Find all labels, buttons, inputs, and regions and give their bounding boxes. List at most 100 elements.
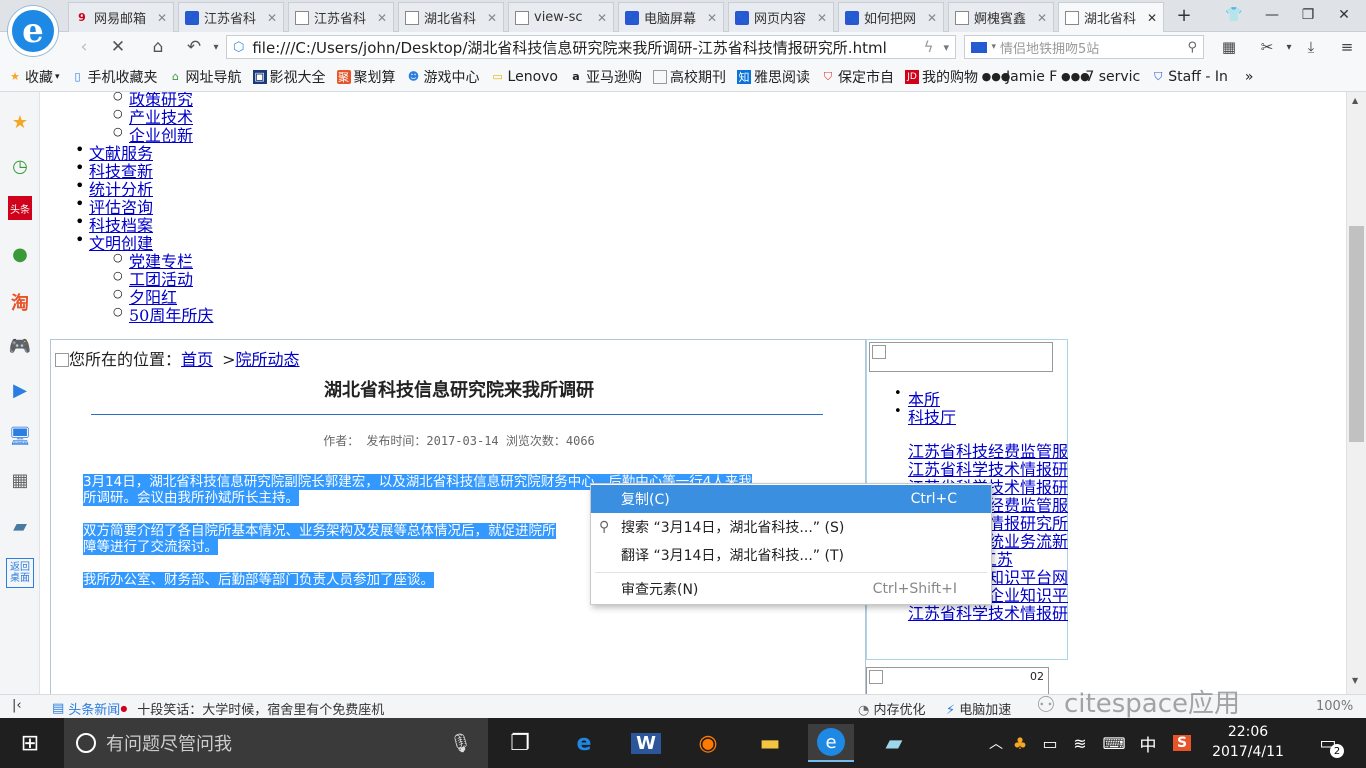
- tab-hubei-1[interactable]: 湖北省科 ✕: [398, 2, 504, 32]
- tab-view-source[interactable]: view-sc ✕: [508, 2, 614, 32]
- bookmark-games[interactable]: ☻ 游戏中心: [407, 67, 480, 87]
- undo-icon[interactable]: ↶: [182, 36, 206, 58]
- bookmarks-overflow-icon[interactable]: »: [1245, 69, 1254, 85]
- lightning-icon[interactable]: ϟ: [924, 38, 934, 56]
- chevron-down-icon[interactable]: ▾: [943, 41, 949, 54]
- browser-taskbar-icon[interactable]: e: [808, 724, 854, 762]
- chevron-down-icon[interactable]: ▾: [204, 36, 228, 58]
- tab-screen[interactable]: 🐾 电脑屏幕 ✕: [618, 2, 724, 32]
- context-copy-item[interactable]: 复制(C) Ctrl+C: [591, 485, 991, 513]
- close-icon[interactable]: ✕: [927, 11, 937, 25]
- gamepad-icon[interactable]: 🎮: [6, 332, 34, 360]
- bookmark-ielts[interactable]: 知雅思阅读: [737, 67, 810, 87]
- tab-bar: 9 网易邮箱 ✕ 🐾 江苏省科 ✕ 江苏省科 ✕ 湖北省科 ✕ view-sc ✕ 🐾 电脑屏幕…: [0, 0, 1366, 32]
- zoom-level[interactable]: 100%: [1316, 699, 1353, 714]
- microphone-icon[interactable]: 🎙: [449, 733, 472, 754]
- bookmark-deal[interactable]: 聚聚划算: [336, 67, 396, 87]
- file-explorer-icon[interactable]: ▬: [750, 724, 790, 762]
- close-icon[interactable]: ✕: [1147, 11, 1157, 25]
- tab-how-to[interactable]: 🐾 如何把网 ✕: [838, 2, 944, 32]
- windows-start-icon[interactable]: ⊞: [10, 724, 50, 762]
- close-icon[interactable]: ✕: [597, 11, 607, 25]
- bookmark-lenovo[interactable]: ▭ Lenovo: [491, 69, 558, 85]
- search-input[interactable]: 🐾 ▾ 情侣地铁拥吻5站 ⚲: [964, 35, 1204, 59]
- calculator-icon[interactable]: ▦: [6, 466, 34, 494]
- word-icon[interactable]: W: [626, 724, 666, 762]
- edge-icon[interactable]: e: [564, 724, 604, 762]
- bookmark-staff[interactable]: ⛉ Staff - In: [1151, 69, 1228, 85]
- history-clock-icon[interactable]: ◷: [6, 152, 34, 180]
- status-bar: |‹ ▤ 头条新闻 ● 十段笑话：大学时候，宿舍里有个免费座机 ◔ 内存优化 ⚡…: [0, 689, 1366, 719]
- close-icon[interactable]: ✕: [267, 11, 277, 25]
- back-to-desktop-icon[interactable]: 返回 桌面: [6, 558, 34, 588]
- search-chevron-icon[interactable]: ▾: [991, 42, 996, 52]
- search-icon[interactable]: ⚲: [1187, 40, 1197, 55]
- bookmark-favorites[interactable]: ★ 收藏 ▾: [8, 67, 59, 87]
- bookmark-jamie[interactable]: ●●● Jamie F: [982, 69, 1058, 85]
- close-icon[interactable]: ✕: [1037, 11, 1047, 25]
- window-close-button[interactable]: ✕: [1330, 4, 1358, 26]
- bookmark-nav[interactable]: ⌂ 网址导航: [169, 67, 242, 87]
- close-icon[interactable]: ✕: [817, 11, 827, 25]
- bookmark-7service[interactable]: ●●● 7 servic: [1061, 69, 1140, 85]
- notification-icon[interactable]: ▭ 2: [1308, 724, 1348, 762]
- vertical-scrollbar[interactable]: ▲ ▼: [1346, 92, 1366, 694]
- task-view-icon[interactable]: ❐: [500, 724, 540, 762]
- firefox-icon[interactable]: ◉: [688, 724, 728, 762]
- context-translate-item[interactable]: 翻译 “3月14日，湖北省科技...” (T): [591, 541, 991, 569]
- context-menu: 复制(C) Ctrl+C ⚲ 搜索 “3月14日，湖北省科技...” (S) 翻译 …: [590, 483, 992, 605]
- tab-netease-mail[interactable]: 9 网易邮箱 ✕: [68, 2, 174, 32]
- close-icon[interactable]: ✕: [707, 11, 717, 25]
- bookmark-journals[interactable]: 高校期刊: [653, 67, 726, 87]
- bookmark-mobile[interactable]: ▯ 手机收藏夹: [71, 67, 158, 87]
- notepad-icon[interactable]: ▰: [874, 724, 914, 762]
- memory-optimize-button[interactable]: ◔ 内存优化: [858, 699, 926, 718]
- wechat-icon[interactable]: ●: [6, 240, 34, 268]
- headlines-icon[interactable]: 头条: [8, 196, 32, 220]
- new-tab-button[interactable]: +: [1170, 4, 1198, 26]
- favorites-star-icon[interactable]: ★: [6, 108, 34, 136]
- bookmark-shopping[interactable]: JD 我的购物: [905, 67, 978, 87]
- back-arrow-icon[interactable]: ‹: [72, 36, 96, 58]
- apps-grid-icon[interactable]: ▦: [1216, 37, 1242, 57]
- maximize-button[interactable]: ❐: [1294, 4, 1322, 26]
- stop-loading-icon[interactable]: ✕: [106, 36, 130, 58]
- bookmark-film[interactable]: ▣ 影视大全: [252, 67, 326, 87]
- skin-icon[interactable]: 👕: [1220, 4, 1248, 26]
- tab-jiangsu-1[interactable]: 🐾 江苏省科 ✕: [178, 2, 284, 32]
- bookmark-baoding[interactable]: ⛉ 保定市自: [821, 67, 894, 87]
- tab-page-content[interactable]: 🐾 网页内容 ✕: [728, 2, 834, 32]
- context-inspect-item[interactable]: 审查元素(N) Ctrl+Shift+I: [591, 575, 991, 603]
- tab-jiangsu-2[interactable]: 江苏省科 ✕: [288, 2, 394, 32]
- org-link-item[interactable]: 科技厅: [894, 404, 956, 428]
- close-icon[interactable]: ✕: [377, 11, 387, 25]
- taobao-icon[interactable]: 淘: [6, 288, 34, 316]
- tab-garbled[interactable]: 婀槐賓鑫 ✕: [948, 2, 1054, 32]
- notebook-icon[interactable]: ▰: [6, 512, 34, 540]
- cortana-search-box[interactable]: 有问题尽管问我 🎙: [64, 718, 488, 768]
- clock[interactable]: 22:06 2017/4/11: [1206, 722, 1290, 762]
- video-icon[interactable]: ▶: [6, 376, 34, 404]
- menu-icon[interactable]: ≡: [1334, 37, 1360, 57]
- close-icon[interactable]: ✕: [487, 11, 497, 25]
- context-search-item[interactable]: ⚲ 搜索 “3月14日，湖北省科技...” (S): [591, 513, 991, 541]
- download-icon[interactable]: ⤓: [1298, 37, 1324, 57]
- pc-speedup-button[interactable]: ⚡ 电脑加速: [946, 699, 1011, 718]
- collapse-left-icon[interactable]: |‹: [12, 698, 22, 713]
- close-icon[interactable]: ✕: [157, 11, 167, 25]
- scroll-up-icon[interactable]: ▲: [1352, 96, 1358, 105]
- sogou-icon[interactable]: S: [1162, 724, 1202, 762]
- home-icon[interactable]: ⌂: [146, 36, 170, 58]
- breadcrumb-home-link[interactable]: 首页: [181, 350, 213, 369]
- scroll-down-icon[interactable]: ▼: [1352, 676, 1358, 685]
- computer-icon[interactable]: 🖥: [6, 422, 34, 450]
- news-ticker[interactable]: ▤ 头条新闻 ● 十段笑话：大学时候，宿舍里有个免费座机: [52, 699, 384, 718]
- bookmark-amazon[interactable]: a 亚马逊购: [569, 67, 642, 87]
- tab-hubei-active[interactable]: 湖北省科 ✕: [1058, 2, 1164, 32]
- scroll-thumb[interactable]: [1349, 226, 1364, 442]
- breadcrumb-section-link[interactable]: 院所动态: [236, 350, 300, 369]
- broken-image-icon: [869, 670, 883, 684]
- nav-subitem[interactable]: 50周年所庆: [113, 302, 213, 326]
- minimize-button[interactable]: —: [1258, 4, 1286, 26]
- address-input[interactable]: ⬡ file:///C:/Users/john/Desktop/湖北省科技信息研…: [226, 35, 956, 59]
